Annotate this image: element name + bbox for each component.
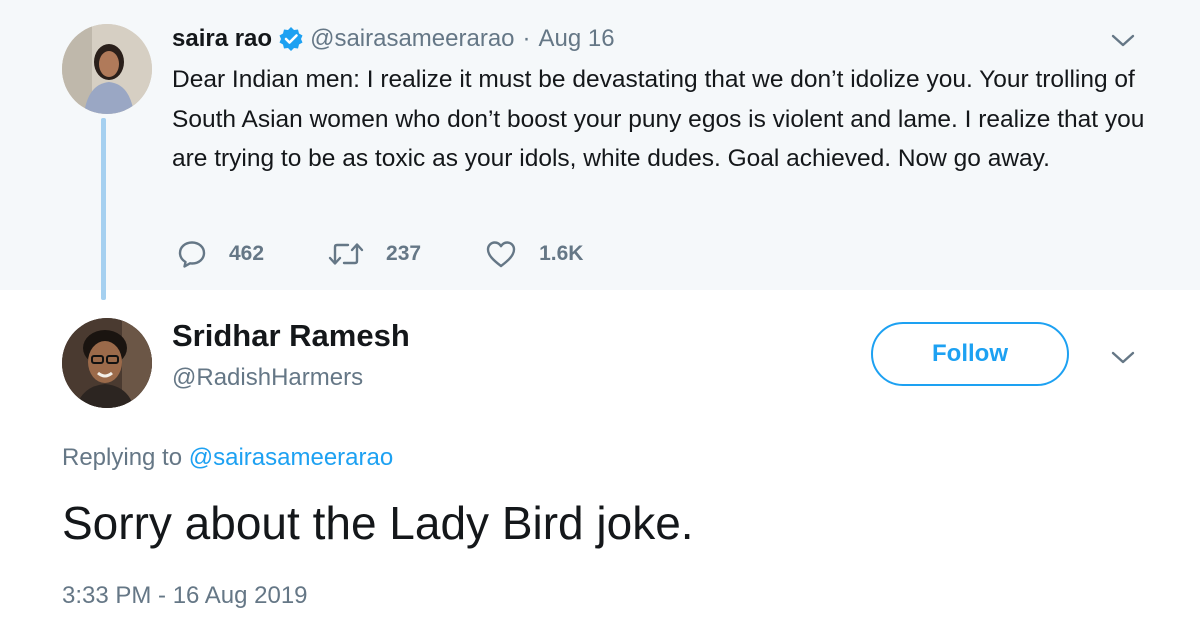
reply-author-name[interactable]: Sridhar Ramesh xyxy=(172,318,410,354)
parent-tweet-actions: 462 237 1.6K xyxy=(177,236,647,272)
parent-author-name[interactable]: saira rao xyxy=(172,25,272,53)
follow-button[interactable]: Follow xyxy=(871,322,1069,386)
retweet-count: 237 xyxy=(386,242,422,265)
like-count: 1.6K xyxy=(539,242,584,265)
chevron-down-icon[interactable] xyxy=(1110,350,1136,366)
like-icon xyxy=(486,241,516,268)
reply-icon xyxy=(178,241,206,268)
reply-author-handle[interactable]: @RadishHarmers xyxy=(172,364,363,392)
chevron-down-icon[interactable] xyxy=(1110,33,1136,49)
retweet-action[interactable]: 237 xyxy=(328,239,421,269)
retweet-icon xyxy=(328,243,364,265)
replying-to-line: Replying to @sairasameerarao xyxy=(62,444,393,472)
reply-action[interactable]: 462 xyxy=(177,239,264,269)
parent-tweet-header: saira rao @sairasameerarao · Aug 16 xyxy=(172,22,615,56)
replying-to-label: Replying to xyxy=(62,444,183,471)
parent-tweet-date[interactable]: Aug 16 xyxy=(539,25,615,53)
header-separator: · xyxy=(522,25,531,52)
verified-badge-icon xyxy=(278,26,304,52)
parent-tweet-text: Dear Indian men: I realize it must be de… xyxy=(172,66,1145,172)
parent-author-handle[interactable]: @sairasameerarao xyxy=(310,25,514,53)
reply-avatar[interactable] xyxy=(62,318,152,408)
reply-tweet-timestamp[interactable]: 3:33 PM - 16 Aug 2019 xyxy=(62,582,308,610)
parent-avatar[interactable] xyxy=(62,24,152,114)
reply-tweet-text: Sorry about the Lady Bird joke. xyxy=(62,497,694,549)
reply-count: 462 xyxy=(229,242,265,265)
like-action[interactable]: 1.6K xyxy=(485,239,583,269)
thread-connector-line xyxy=(101,118,106,300)
replying-to-mention-link[interactable]: @sairasameerarao xyxy=(189,444,393,471)
